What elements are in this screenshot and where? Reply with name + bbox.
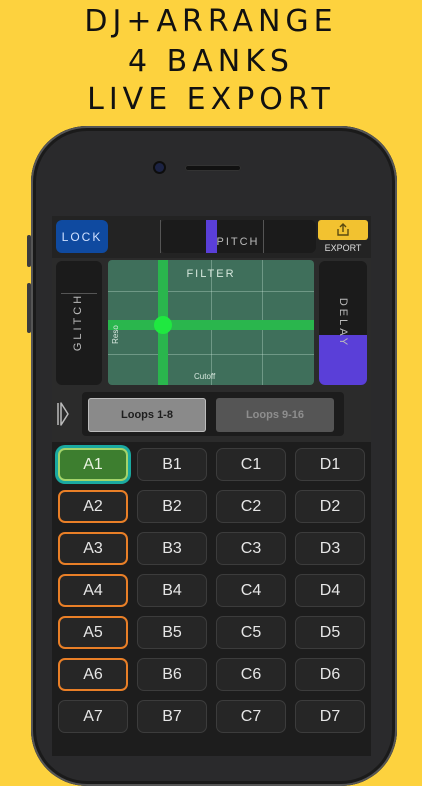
headline-line-3: LIVE EXPORT — [87, 82, 335, 117]
pad-c5[interactable]: C5 — [216, 616, 286, 649]
pad-c6[interactable]: C6 — [216, 658, 286, 691]
pad-b6[interactable]: B6 — [137, 658, 207, 691]
pad-a5[interactable]: A5 — [58, 616, 128, 649]
share-icon — [337, 223, 349, 236]
pad-d2[interactable]: D2 — [295, 490, 365, 523]
pad-c2[interactable]: C2 — [216, 490, 286, 523]
pad-b4[interactable]: B4 — [137, 574, 207, 607]
reso-crosshair — [108, 320, 314, 330]
pad-a4[interactable]: A4 — [58, 574, 128, 607]
pitch-label: PITCH — [216, 236, 260, 248]
pad-a7[interactable]: A7 — [58, 700, 128, 733]
pad-b5[interactable]: B5 — [137, 616, 207, 649]
glitch-slider[interactable]: GLITCH — [56, 261, 102, 385]
lock-button[interactable]: LOCK — [56, 220, 108, 253]
pad-b2[interactable]: B2 — [137, 490, 207, 523]
pad-c7[interactable]: C7 — [216, 700, 286, 733]
filter-xy-pad[interactable]: FILTER Cutoff Reso — [108, 260, 314, 385]
app-screen: LOCK PITCH EXPORT GLITCH FILTER Cutoff R… — [52, 216, 371, 756]
top-bar: LOCK PITCH EXPORT — [52, 216, 371, 258]
pad-c1[interactable]: C1 — [216, 448, 286, 481]
filter-handle[interactable] — [154, 316, 172, 334]
earpiece-speaker — [185, 165, 241, 171]
grid-line — [108, 291, 314, 292]
pad-a2[interactable]: A2 — [58, 490, 128, 523]
pad-d5[interactable]: D5 — [295, 616, 365, 649]
delay-slider[interactable]: DELAY — [319, 261, 367, 385]
pitch-slider[interactable]: PITCH — [160, 220, 316, 253]
pad-a3[interactable]: A3 — [58, 532, 128, 565]
glitch-label: GLITCH — [72, 292, 84, 352]
cutoff-axis-label: Cutoff — [194, 372, 216, 381]
pad-d1[interactable]: D1 — [295, 448, 365, 481]
front-camera — [155, 163, 164, 172]
export-label: EXPORT — [324, 243, 362, 253]
deck-icon[interactable] — [56, 400, 70, 428]
loops-bank-bar: Loops 1-8 Loops 9-16 — [52, 390, 371, 440]
pad-b1[interactable]: B1 — [137, 448, 207, 481]
delay-label: DELAY — [337, 297, 349, 349]
export-button[interactable] — [318, 220, 368, 240]
pad-a6[interactable]: A6 — [58, 658, 128, 691]
tab-loops-9-16[interactable]: Loops 9-16 — [216, 398, 334, 432]
pad-d6[interactable]: D6 — [295, 658, 365, 691]
loops-tab-group: Loops 1-8 Loops 9-16 — [82, 392, 344, 436]
filter-title: FILTER — [186, 268, 236, 280]
reso-axis-label: Reso — [110, 325, 120, 344]
pad-a1[interactable]: A1 — [58, 448, 128, 481]
grid-line — [108, 354, 314, 355]
pad-d4[interactable]: D4 — [295, 574, 365, 607]
pad-d7[interactable]: D7 — [295, 700, 365, 733]
headline-line-2: 4 BANKS — [128, 44, 294, 79]
headline-line-1: DJ+ARRANGE — [84, 4, 338, 39]
pad-b7[interactable]: B7 — [137, 700, 207, 733]
pad-c4[interactable]: C4 — [216, 574, 286, 607]
pad-d3[interactable]: D3 — [295, 532, 365, 565]
pad-c3[interactable]: C3 — [216, 532, 286, 565]
pad-b3[interactable]: B3 — [137, 532, 207, 565]
tab-loops-1-8[interactable]: Loops 1-8 — [88, 398, 206, 432]
pad-grid: A1 B1 C1 D1 A2 B2 C2 D2 A3 B3 C3 D3 A4 B4 C4 D4 A5 B5 C5 D5… — [52, 442, 371, 756]
